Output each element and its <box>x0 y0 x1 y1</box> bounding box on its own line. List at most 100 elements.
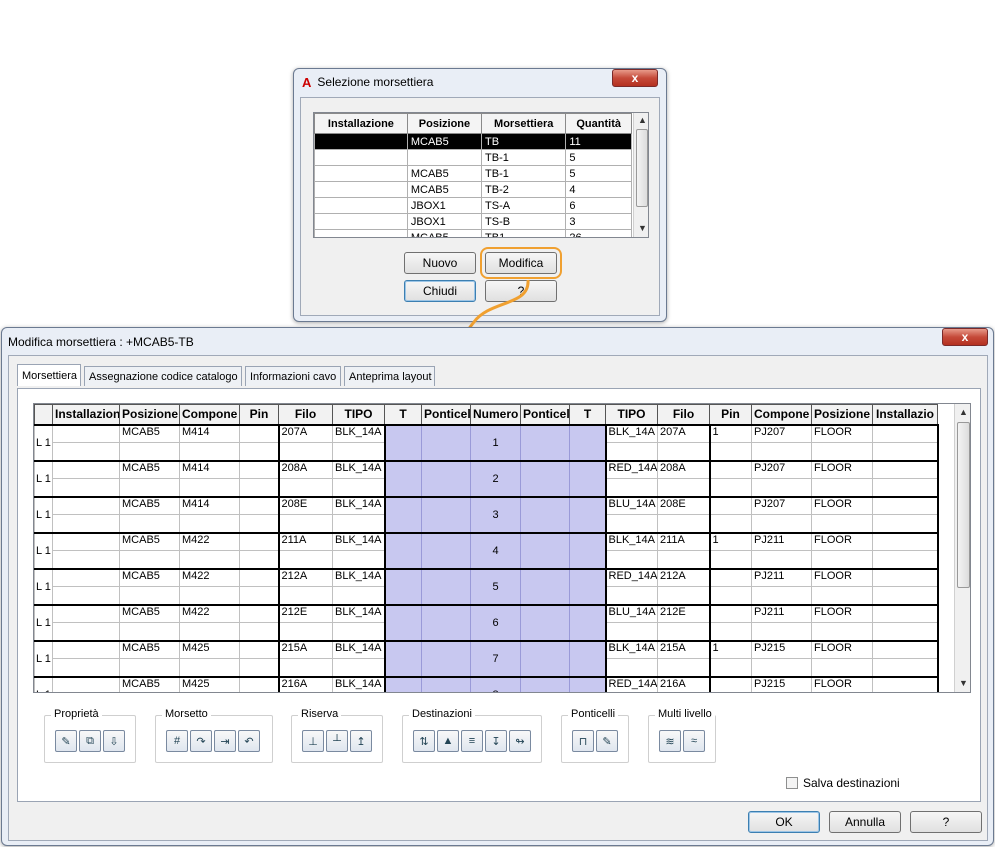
component-cell[interactable]: M414 <box>179 459 240 479</box>
component-cell[interactable]: M414 <box>179 495 240 515</box>
position-cell[interactable] <box>119 658 180 677</box>
position-cell[interactable]: MCAB5 <box>119 531 180 551</box>
component-cell[interactable] <box>179 658 240 677</box>
wire-cell[interactable] <box>657 550 711 569</box>
component-cell[interactable]: PJ211 <box>751 603 812 623</box>
column-header[interactable]: Morsettiera <box>481 113 567 134</box>
edit-close-button[interactable]: x <box>942 328 988 346</box>
component-cell[interactable]: PJ207 <box>751 459 812 479</box>
installation-cell[interactable] <box>872 586 939 605</box>
position-cell[interactable] <box>811 550 873 569</box>
terminal-t-cell[interactable] <box>384 567 422 605</box>
type-cell[interactable]: BLK_14A <box>332 495 386 515</box>
component-cell[interactable] <box>751 442 812 461</box>
installation-cell[interactable] <box>872 622 939 641</box>
terminal-t-cell[interactable] <box>384 423 422 461</box>
grid-column-header[interactable]: TIPO <box>605 404 658 425</box>
pin-cell[interactable] <box>239 423 280 443</box>
pin-cell[interactable] <box>709 622 752 641</box>
position-cell[interactable]: MCAB5 <box>119 495 180 515</box>
pin-cell[interactable] <box>239 567 280 587</box>
installation-cell[interactable] <box>872 459 939 479</box>
component-cell[interactable]: PJ211 <box>751 531 812 551</box>
renumber-icon[interactable]: # <box>166 730 188 752</box>
insert-terminal-icon[interactable]: ⇥ <box>214 730 236 752</box>
wire-cell[interactable]: 216A <box>278 675 333 692</box>
dest-swap-icon[interactable]: ⇅ <box>413 730 435 752</box>
list-item[interactable]: MCAB5 TB-1 5 <box>314 165 632 182</box>
component-cell[interactable]: M422 <box>179 603 240 623</box>
wire-cell[interactable]: 208A <box>657 459 711 479</box>
terminal-number-cell[interactable]: 5 <box>470 567 521 605</box>
wire-cell[interactable]: 215A <box>657 639 711 659</box>
installation-cell[interactable] <box>52 639 120 659</box>
jumper-cell[interactable] <box>421 459 471 497</box>
jumper-cell[interactable] <box>520 495 570 533</box>
component-cell[interactable]: PJ207 <box>751 495 812 515</box>
position-cell[interactable]: FLOOR <box>811 531 873 551</box>
terminal-t-cell[interactable] <box>569 423 607 461</box>
component-cell[interactable] <box>751 514 812 533</box>
installation-cell[interactable] <box>52 459 120 479</box>
position-cell[interactable]: MCAB5 <box>119 603 180 623</box>
type-cell[interactable]: BLK_14A <box>332 531 386 551</box>
component-cell[interactable] <box>751 622 812 641</box>
scroll-up-icon[interactable]: ▲ <box>959 407 968 417</box>
component-cell[interactable]: M425 <box>179 675 240 692</box>
grid-column-header[interactable]: Ponticel <box>421 404 471 425</box>
grid-column-header[interactable]: Compone <box>179 404 240 425</box>
cancel-button[interactable]: Annulla <box>829 811 901 833</box>
wire-cell[interactable]: 212E <box>278 603 333 623</box>
table-row[interactable]: L 1MCAB5M425216ABLK_14A8RED_14A216APJ215… <box>34 675 939 692</box>
grid-column-header[interactable]: Ponticel <box>520 404 570 425</box>
position-cell[interactable]: FLOOR <box>811 459 873 479</box>
type-cell[interactable]: BLK_14A <box>332 567 386 587</box>
terminal-number-cell[interactable]: 8 <box>470 675 521 692</box>
pin-cell[interactable] <box>239 531 280 551</box>
grid-column-header[interactable] <box>34 404 53 425</box>
tab-catalog[interactable]: Assegnazione codice catalogo <box>84 366 242 386</box>
jumper-cell[interactable] <box>421 603 471 641</box>
installation-cell[interactable] <box>52 423 120 443</box>
wire-cell[interactable] <box>278 658 333 677</box>
installation-cell[interactable] <box>872 514 939 533</box>
installation-cell[interactable] <box>872 495 939 515</box>
pin-cell[interactable]: 1 <box>709 531 752 551</box>
list-item[interactable]: MCAB5 TB-2 4 <box>314 181 632 198</box>
list-item[interactable]: JBOX1 TS-B 3 <box>314 213 632 230</box>
table-row[interactable]: L 1 MCAB5 M422 212A BLK_14A 5 RED_14A 212A PJ211… <box>34 567 939 605</box>
type-cell[interactable]: BLU_14A <box>605 603 658 623</box>
grid-column-header[interactable]: Compone <box>751 404 812 425</box>
jumper-cell[interactable] <box>421 495 471 533</box>
installation-cell[interactable] <box>872 550 939 569</box>
type-cell[interactable]: RED_14A <box>605 459 658 479</box>
component-cell[interactable] <box>751 550 812 569</box>
tab-layout-preview[interactable]: Anteprima layout <box>344 366 435 386</box>
grid-column-header[interactable]: T <box>569 404 606 425</box>
component-cell[interactable] <box>179 622 240 641</box>
type-cell[interactable] <box>332 514 386 533</box>
type-cell[interactable]: BLK_14A <box>605 639 658 659</box>
list-scroll-thumb[interactable] <box>636 129 648 207</box>
component-cell[interactable]: PJ207 <box>751 423 812 443</box>
type-cell[interactable]: BLK_14A <box>605 531 658 551</box>
wire-cell[interactable]: 207A <box>278 423 333 443</box>
wire-cell[interactable] <box>278 586 333 605</box>
grid-column-header[interactable]: Filo <box>278 404 333 425</box>
wire-cell[interactable] <box>278 478 333 497</box>
grid-column-header[interactable]: Filo <box>657 404 710 425</box>
position-cell[interactable]: MCAB5 <box>119 639 180 659</box>
jumper-cell[interactable] <box>421 423 471 461</box>
position-cell[interactable] <box>119 442 180 461</box>
wire-cell[interactable]: 216A <box>657 675 711 692</box>
wire-cell[interactable] <box>278 622 333 641</box>
modify-button[interactable]: Modifica <box>480 247 562 279</box>
column-header[interactable]: Posizione <box>406 113 483 134</box>
terminal-t-cell[interactable] <box>384 495 422 533</box>
pin-cell[interactable] <box>239 622 280 641</box>
jumper-cell[interactable] <box>421 675 471 692</box>
position-cell[interactable] <box>811 658 873 677</box>
pin-cell[interactable] <box>239 514 280 533</box>
add-level-icon[interactable]: ≋ <box>659 730 681 752</box>
pin-cell[interactable] <box>239 658 280 677</box>
